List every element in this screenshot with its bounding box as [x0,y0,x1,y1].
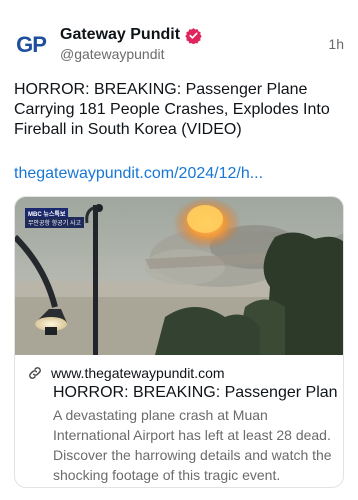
post[interactable]: GP Gateway Pundit @gatewaypundit 1h HORR… [0,0,358,500]
link-preview-description: A devastating plane crash at Muan Intern… [53,407,332,483]
author-handle[interactable]: @gatewaypundit [60,46,202,62]
verified-badge-icon [185,27,202,44]
link-preview-card[interactable]: MBC 뉴스특보 무안공항 항공기 사고 www.thegatewaypundi… [14,196,344,488]
avatar-logo-text: GP [16,32,47,57]
link-preview-meta[interactable]: www.thegatewaypundit.com HORROR: BREAKIN… [15,355,343,487]
news-caption: 무안공항 항공기 사고 [25,217,85,228]
post-timestamp[interactable]: 1h [328,36,344,52]
link-preview-image[interactable]: MBC 뉴스특보 무안공항 항공기 사고 [15,197,343,355]
post-header: GP Gateway Pundit @gatewaypundit 1h [14,22,344,70]
post-text: HORROR: BREAKING: Passenger Plane Carryi… [14,81,330,138]
link-preview-title: HORROR: BREAKING: Passenger Plan... [53,384,338,401]
post-link[interactable]: thegatewaypundit.com/2024/12/h... [14,164,344,184]
link-icon [27,365,43,381]
author-display-name[interactable]: Gateway Pundit [60,26,180,44]
author-names: Gateway Pundit @gatewaypundit [60,26,202,62]
link-preview-domain: www.thegatewaypundit.com [51,365,225,381]
avatar[interactable]: GP [14,28,48,62]
